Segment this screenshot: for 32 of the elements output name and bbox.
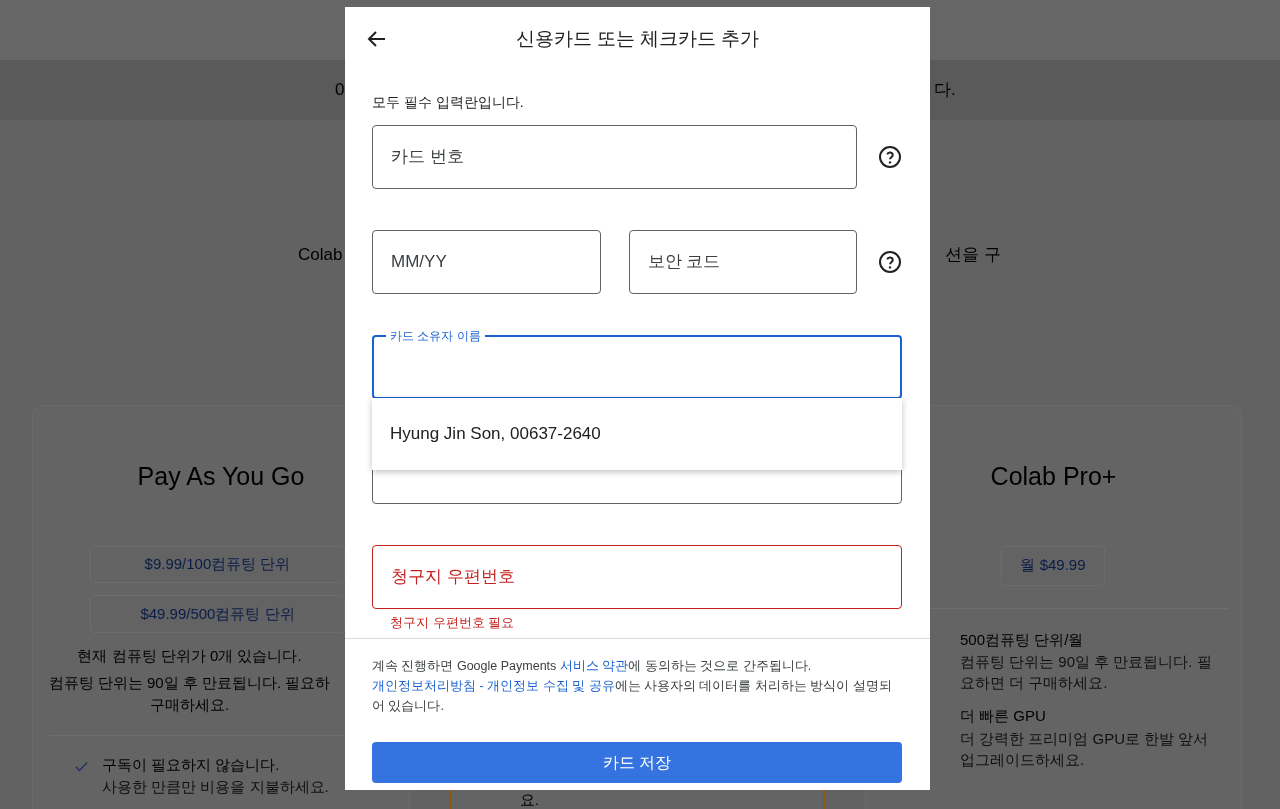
dialog-title: 신용카드 또는 체크카드 추가 [515,27,760,49]
hero-text: Colab [298,245,343,265]
help-button[interactable] [878,145,902,169]
legal-link[interactable]: 개인정보처리방침 - 개인정보 수집 및 공유 [372,679,615,693]
input-field[interactable]: 청구지 우편번호 [372,545,902,609]
input-field[interactable]: MM/YY [372,230,601,294]
input-field[interactable]: 보안 코드 [628,230,857,294]
banner-text: 0 [335,80,345,100]
plan-title: Pay As You Go [136,461,306,492]
plan-note: 구매하세요. [148,695,231,715]
legal-link[interactable]: 서비스 약관 [559,659,629,673]
feature-detail: 컴퓨팅 단위는 90일 후 만료됩니다. 필요하면 더 구매하세요. [960,652,1213,693]
plan-text: 요. [520,791,541,809]
feature-detail: 더 강력한 프리미엄 GPU로 한발 앞서 업그레이드하세요. [960,728,1210,770]
feature-title: 더 빠른 GPU [960,706,1047,726]
save-card-button[interactable]: 카드 저장 [372,742,902,783]
plan-title: Colab Pro+ [989,461,1118,492]
plan-note: 현재 컴퓨팅 단위가 0개 있습니다. [76,646,303,666]
feature-title: 구독이 필요하지 않습니다. [102,754,281,775]
plan-note: 컴퓨팅 단위는 90일 후 만료됩니다. 필요하 [47,672,332,693]
input-field[interactable]: 카드 번호 [372,125,857,189]
help-icon [878,250,902,274]
help-icon [878,145,902,169]
feature-title: 500컴퓨팅 단위/월 [960,629,1085,650]
feature-detail: 사용한 만큼만 비용을 지불하세요. [102,777,329,797]
hero-text: 션을 구 [945,244,1001,267]
help-button[interactable] [878,250,902,274]
required-note: 모두 필수 입력란입니다. [372,93,525,112]
suggestion-item[interactable]: Hyung Jin Son, 00637-2640 [372,398,902,470]
error-message: 청구지 우편번호 필요 [390,614,515,632]
legal-text: 계속 진행하면 Google Payments 서비스 약관에 동의하는 것으로 간주됩니다. 개인정보처리방침 - 개인정보 수집 및 공유에는 사용자의 데이터를 처리하는 방식이 설명되어 있습니다. [372,658,893,715]
banner-text: 다. [934,79,956,102]
